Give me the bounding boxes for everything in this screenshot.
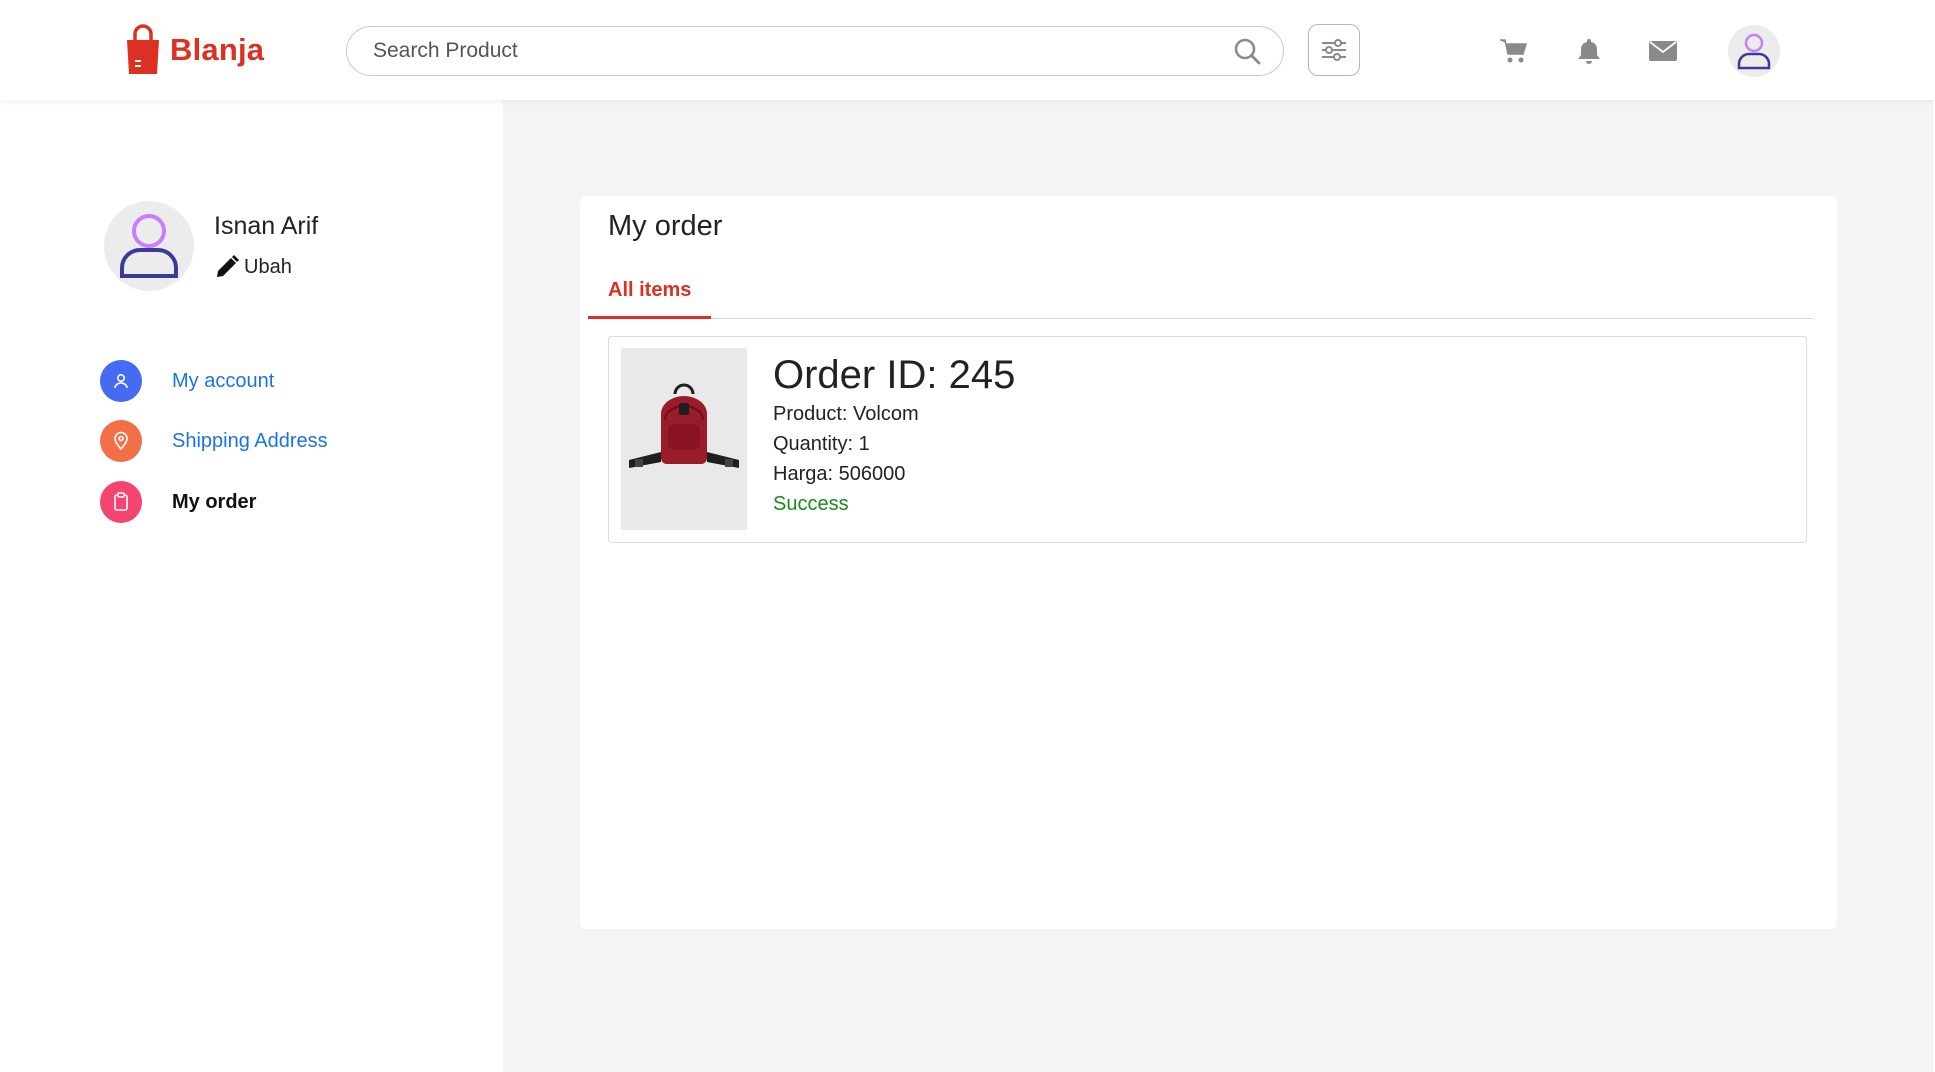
edit-profile-link[interactable]: Ubah <box>214 254 292 280</box>
orders-card: My order All items Order ID: 245 Product… <box>580 196 1837 929</box>
logo-bag-icon <box>127 24 159 74</box>
order-status: Success <box>773 493 849 515</box>
tab-all-items[interactable]: All items <box>588 269 711 319</box>
order-quantity: Quantity: 1 <box>773 433 870 455</box>
mail-button[interactable] <box>1648 36 1678 66</box>
main-content: My order All items Order ID: 245 Product… <box>503 100 1935 1072</box>
sidebar-item-label: My account <box>172 369 275 392</box>
search-input[interactable] <box>373 27 1193 74</box>
location-pin-icon <box>100 420 142 462</box>
bell-icon <box>1578 39 1600 64</box>
cart-icon <box>1500 39 1527 63</box>
sidebar-item-my-order[interactable]: My order <box>100 481 256 523</box>
order-tabs: All items <box>588 269 1813 319</box>
profile-name: Isnan Arif <box>214 212 319 240</box>
sidebar-item-my-account[interactable]: My account <box>100 360 274 402</box>
page-title: My order <box>608 210 723 242</box>
brand-name: Blanja <box>170 32 265 67</box>
profile-avatar <box>104 201 194 291</box>
order-price: Harga: 506000 <box>773 463 906 485</box>
user-icon <box>100 360 142 402</box>
edit-profile-label: Ubah <box>244 255 292 278</box>
top-header: Blanja <box>0 0 1935 100</box>
filter-icon <box>1322 39 1346 61</box>
sidebar-item-label: My order <box>172 490 257 513</box>
sidebar-item-shipping-address[interactable]: Shipping Address <box>100 420 328 462</box>
search-icon[interactable] <box>1233 37 1261 65</box>
search-bar <box>346 26 1284 76</box>
user-avatar-icon <box>120 214 178 278</box>
pencil-icon <box>217 255 239 277</box>
order-id: Order ID: 245 <box>773 353 1016 397</box>
sidebar-item-label: Shipping Address <box>172 429 328 452</box>
order-product: Product: Volcom <box>773 403 919 425</box>
sidebar: Isnan Arif Ubah My account Shipping Addr… <box>0 100 503 1072</box>
header-avatar[interactable] <box>1728 25 1780 77</box>
clipboard-icon <box>100 481 142 523</box>
user-avatar-icon <box>1737 33 1771 70</box>
filter-button[interactable] <box>1308 24 1360 76</box>
brand-logo[interactable]: Blanja <box>124 24 264 76</box>
order-item[interactable]: Order ID: 245 Product: Volcom Quantity: … <box>608 336 1807 543</box>
cart-button[interactable] <box>1498 36 1528 66</box>
backpack-product-image <box>621 348 747 530</box>
notification-button[interactable] <box>1574 36 1604 66</box>
mail-icon <box>1649 41 1677 61</box>
